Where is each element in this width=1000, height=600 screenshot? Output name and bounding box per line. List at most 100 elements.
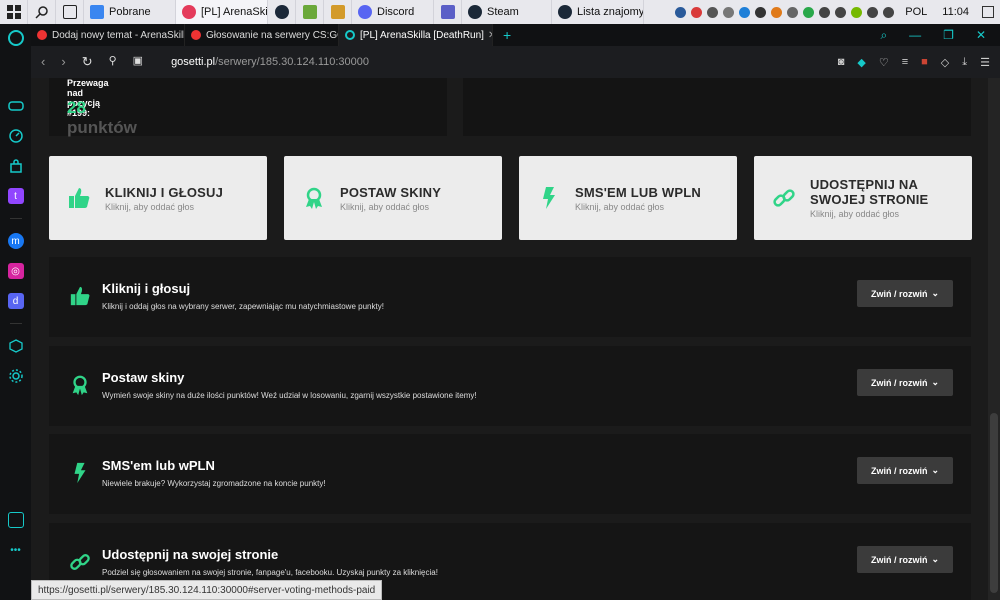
notifications-icon[interactable] xyxy=(982,6,994,18)
toggle-section-button[interactable]: Zwiń / rozwiń ⌄ xyxy=(857,457,953,484)
taskbar-app-discord[interactable]: Discord xyxy=(352,0,434,24)
tray-app-icon[interactable] xyxy=(803,6,815,18)
url-host: gosetti.pl xyxy=(171,56,216,68)
settings-gear-icon[interactable] xyxy=(8,368,24,384)
tray-app-icon[interactable] xyxy=(787,6,799,18)
tray-nvidia-icon[interactable] xyxy=(851,6,863,18)
tray-mail-icon[interactable] xyxy=(707,6,719,18)
site-favicon-icon xyxy=(37,30,47,40)
taskbar-app-other[interactable] xyxy=(324,0,352,24)
camera-icon[interactable]: ◙ xyxy=(838,56,845,69)
task-view-button[interactable] xyxy=(56,0,84,24)
maximize-icon[interactable]: ❐ xyxy=(943,28,954,43)
close-window-icon[interactable]: ✕ xyxy=(976,28,986,43)
chevron-down-icon: ⌄ xyxy=(931,554,940,564)
download-icon[interactable]: ⤓ xyxy=(962,56,967,69)
tray-wifi-icon[interactable] xyxy=(883,6,895,18)
award-icon xyxy=(306,187,322,209)
vote-method-card-sms[interactable]: SMS'EM LUB WPLN Kliknij, aby oddać głos xyxy=(519,156,737,240)
new-tab-button[interactable]: + xyxy=(493,27,521,43)
tray-steam-icon[interactable] xyxy=(675,6,687,18)
windows-taskbar: Pobrane [PL] ArenaSkil... Discord Steam … xyxy=(0,0,1000,24)
taskbar-app-steam-pinned[interactable] xyxy=(268,0,296,24)
tray-language[interactable]: POL xyxy=(905,6,927,18)
tab-title: Głosowanie na serwery CS:GO xyxy=(206,29,339,41)
address-bar: ‹ › ↻ ⚲ ▣ gosetti.pl/serwery/185.30.124.… xyxy=(31,46,1000,78)
close-tab-icon[interactable]: ✕ xyxy=(484,30,492,41)
steam-icon xyxy=(468,5,482,19)
section-sms: SMS'em lub wPLN Niewiele brakuje? Wykorz… xyxy=(49,434,971,514)
toggle-label: Zwiń / rozwiń xyxy=(870,465,928,476)
taskbar-app-steam-friends[interactable]: Lista znajomy... xyxy=(552,0,644,24)
tray-shield-icon[interactable] xyxy=(691,6,703,18)
extension-app-icon[interactable]: ■ xyxy=(921,56,928,69)
taskbar-app-teams[interactable] xyxy=(434,0,462,24)
taskbar-app-label: Steam xyxy=(487,6,519,18)
vote-method-card-click[interactable]: KLIKNIJ I GŁOSUJ Kliknij, aby oddać głos xyxy=(49,156,267,240)
tray-app-icon[interactable] xyxy=(771,6,783,18)
extensions-icon[interactable]: ⚲ xyxy=(109,54,117,70)
speedometer-icon[interactable] xyxy=(8,128,24,144)
tray-clock[interactable]: 11:04 xyxy=(942,6,969,18)
page-scrollbar[interactable] xyxy=(988,78,1000,600)
discord-icon xyxy=(358,5,372,19)
tab-search-icon[interactable]: ⌕ xyxy=(880,28,887,43)
menu-lines-icon[interactable]: ≡ xyxy=(902,56,908,69)
tray-app-icon[interactable] xyxy=(867,6,879,18)
discord-icon[interactable]: d xyxy=(7,293,24,309)
instagram-icon[interactable]: ◎ xyxy=(7,263,24,279)
toggle-label: Zwiń / rozwiń xyxy=(870,377,928,388)
card-title: POSTAW SKINY xyxy=(340,184,442,200)
store-bag-icon[interactable] xyxy=(8,158,24,174)
forward-icon[interactable]: › xyxy=(61,54,65,70)
minimize-icon[interactable]: — xyxy=(909,28,921,43)
taskbar-app-steam[interactable]: Steam xyxy=(462,0,552,24)
cube-icon[interactable] xyxy=(8,338,24,354)
link-icon xyxy=(773,189,795,207)
tray-volume-icon[interactable] xyxy=(835,6,847,18)
cube-icon[interactable]: ◇ xyxy=(941,56,949,69)
download-folder-icon xyxy=(90,5,104,19)
taskbar-app-pobrane[interactable]: Pobrane xyxy=(84,0,176,24)
sidebar-panel-icon[interactable] xyxy=(7,512,24,528)
heart-icon[interactable]: ♡ xyxy=(879,56,889,69)
taskbar-search-button[interactable] xyxy=(28,0,56,24)
section-description: Wymień swoje skiny na duże ilości punktó… xyxy=(102,391,477,400)
search-icon xyxy=(34,6,48,19)
shield-check-icon[interactable]: ◆ xyxy=(857,56,865,69)
more-options-icon[interactable]: ••• xyxy=(8,542,24,558)
tab-dodaj-temat[interactable]: Dodaj nowy temat - ArenaSkilla ✕ xyxy=(31,24,185,46)
gx-control-icon[interactable] xyxy=(7,98,24,114)
toggle-section-button[interactable]: Zwiń / rozwiń ⌄ xyxy=(857,369,953,396)
tab-glosowanie[interactable]: Głosowanie na serwery CS:GO ✕ xyxy=(185,24,339,46)
section-skins: Postaw skiny Wymień swoje skiny na duże … xyxy=(49,346,971,426)
tab-arenaskilla[interactable]: [PL] ArenaSkilla [DeathRun] ✕ xyxy=(339,24,493,46)
vote-method-card-share[interactable]: UDOSTĘPNIJ NA SWOJEJ STRONIE Kliknij, ab… xyxy=(754,156,972,240)
windows-start-button[interactable] xyxy=(0,0,28,24)
site-favicon-icon xyxy=(191,30,201,40)
twitch-icon[interactable]: t xyxy=(7,188,24,204)
tray-cloud-icon[interactable] xyxy=(723,6,735,18)
tray-app-icon[interactable] xyxy=(755,6,767,18)
scrollbar-thumb[interactable] xyxy=(990,413,998,593)
tray-network-icon[interactable] xyxy=(819,6,831,18)
back-icon[interactable]: ‹ xyxy=(41,54,45,70)
tab-title: Dodaj nowy temat - ArenaSkilla xyxy=(52,29,185,41)
opera-logo-icon[interactable] xyxy=(7,30,24,46)
easy-setup-icon[interactable]: ☰ xyxy=(980,56,990,69)
reload-icon[interactable]: ↻ xyxy=(82,54,93,70)
url-field[interactable]: gosetti.pl/serwery/185.30.124.110:30000 xyxy=(171,56,369,68)
tray-shield-icon[interactable] xyxy=(739,6,751,18)
browser-tab-strip: Dodaj nowy temat - ArenaSkilla ✕ Głosowa… xyxy=(31,24,1000,46)
toggle-section-button[interactable]: Zwiń / rozwiń ⌄ xyxy=(857,546,953,573)
taskbar-app-opera[interactable]: [PL] ArenaSkil... xyxy=(176,0,268,24)
messenger-icon[interactable]: m xyxy=(7,233,24,249)
tab-title: [PL] ArenaSkilla [DeathRun] xyxy=(360,29,484,41)
toggle-section-button[interactable]: Zwiń / rozwiń ⌄ xyxy=(857,280,953,307)
lock-icon[interactable]: ▣ xyxy=(133,54,143,70)
system-tray: POL 11:04 xyxy=(675,6,1000,18)
vote-method-card-skins[interactable]: POSTAW SKINY Kliknij, aby oddać głos xyxy=(284,156,502,240)
section-description: Niewiele brakuje? Wykorzystaj zgromadzon… xyxy=(102,479,326,488)
taskbar-app-minecraft[interactable] xyxy=(296,0,324,24)
site-favicon-icon xyxy=(345,30,355,40)
